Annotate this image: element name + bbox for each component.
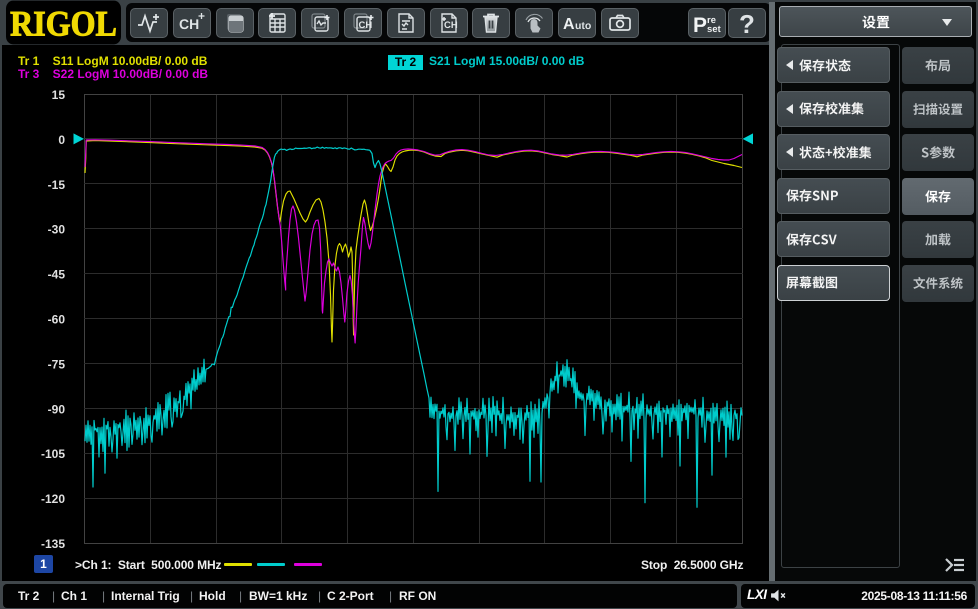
svg-text:-120: -120 (41, 492, 65, 506)
svg-text:-60: -60 (48, 313, 66, 327)
svg-text:-30: -30 (48, 223, 66, 237)
svg-text:15: 15 (52, 88, 66, 102)
svg-text:-45: -45 (48, 268, 66, 282)
svg-text:-75: -75 (48, 357, 66, 371)
svg-text:-90: -90 (48, 402, 66, 416)
svg-text:-105: -105 (41, 447, 65, 461)
svg-text:0: 0 (58, 133, 65, 147)
svg-text:-15: -15 (48, 178, 66, 192)
